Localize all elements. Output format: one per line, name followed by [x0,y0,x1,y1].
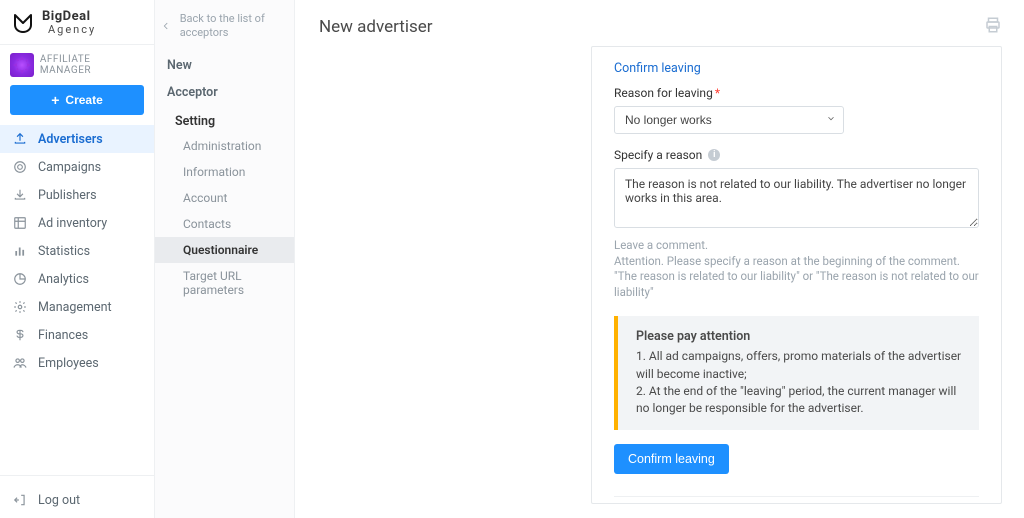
chevron-left-icon [161,19,172,33]
brand-line1: BigDeal [42,10,96,24]
subnav-item-questionnaire[interactable]: Questionnaire [155,237,294,263]
nav-item-advertisers[interactable]: Advertisers [0,125,154,153]
create-button[interactable]: + Create [10,85,144,115]
dollar-icon [12,327,28,343]
role-label: AFFILIATE MANAGER [40,54,144,76]
subnav-group-new: New [155,52,294,79]
subnav-group-acceptor: Acceptor [155,79,294,106]
nav-item-management[interactable]: Management [0,293,154,321]
subnav-item-contacts[interactable]: Contacts [175,211,294,237]
attention-callout: Please pay attention 1. All ad campaigns… [614,316,979,430]
info-icon[interactable]: i [708,149,720,161]
sidebar: BigDeal Agency AFFILIATE MANAGER + Creat… [0,0,155,518]
subnav-item-account[interactable]: Account [175,185,294,211]
bars-icon [12,243,28,259]
nav-item-employees[interactable]: Employees [0,349,154,377]
brand-line2: Agency [42,24,96,36]
print-icon[interactable] [984,16,1002,38]
nav: Advertisers Campaigns Publishers Ad inve… [0,125,154,377]
subnav-item-target-url[interactable]: Target URL parameters [175,263,294,303]
required-mark: * [715,86,720,100]
people-icon [12,355,28,371]
upload-icon [12,131,28,147]
reason-textarea[interactable] [614,168,979,228]
nav-item-logout[interactable]: Log out [0,486,154,514]
main: New advertiser Confirm leaving Reason fo… [295,0,1024,518]
nav-item-statistics[interactable]: Statistics [0,237,154,265]
callout-line-1: 1. All ad campaigns, offers, promo mater… [636,348,965,383]
page-title: New advertiser [319,17,433,37]
nav-label: Campaigns [38,160,101,175]
subnav: Back to the list of acceptors New Accept… [155,0,295,518]
avatar [10,53,34,77]
callout-line-2: 2. At the end of the "leaving" period, t… [636,383,965,418]
nav-item-publishers[interactable]: Publishers [0,181,154,209]
specify-label: Specify a reason [614,148,702,162]
pie-icon [12,271,28,287]
nav-label: Advertisers [38,132,103,147]
nav-item-campaigns[interactable]: Campaigns [0,153,154,181]
reason-select[interactable]: No longer works [614,106,844,134]
nav-item-ad-inventory[interactable]: Ad inventory [0,209,154,237]
gear-icon [12,299,28,315]
target-url-section-toggle[interactable]: Target URL parameters [614,496,979,504]
back-label: Back to the list of acceptors [180,12,284,40]
reason-label: Reason for leaving* [614,86,979,100]
create-label: Create [65,93,102,107]
subnav-item-administration[interactable]: Administration [175,133,294,159]
back-link[interactable]: Back to the list of acceptors [155,12,294,52]
nav-label: Publishers [38,188,97,203]
subnav-list: Administration Information Account Conta… [155,133,294,303]
callout-title: Please pay attention [636,328,965,346]
nav-item-analytics[interactable]: Analytics [0,265,154,293]
logo-mark-icon [10,10,36,36]
role-row: AFFILIATE MANAGER [0,53,154,85]
nav-label: Log out [38,493,80,508]
nav-label: Employees [38,356,99,371]
nav-label: Statistics [38,244,90,259]
nav-label: Ad inventory [38,216,107,231]
confirm-leaving-button[interactable]: Confirm leaving [614,444,729,474]
logout-icon [12,492,28,508]
subnav-item-information[interactable]: Information [175,159,294,185]
grid-icon [12,215,28,231]
hint-text: Leave a comment. Attention. Please speci… [614,238,979,300]
logo[interactable]: BigDeal Agency [0,0,154,44]
confirm-leaving-title: Confirm leaving [614,61,979,76]
target-icon [12,159,28,175]
subnav-setting-title: Setting [155,106,294,131]
download-icon [12,187,28,203]
nav-label: Analytics [38,272,89,287]
nav-item-finances[interactable]: Finances [0,321,154,349]
plus-icon: + [51,93,59,107]
nav-label: Management [38,300,112,315]
nav-label: Finances [38,328,88,343]
